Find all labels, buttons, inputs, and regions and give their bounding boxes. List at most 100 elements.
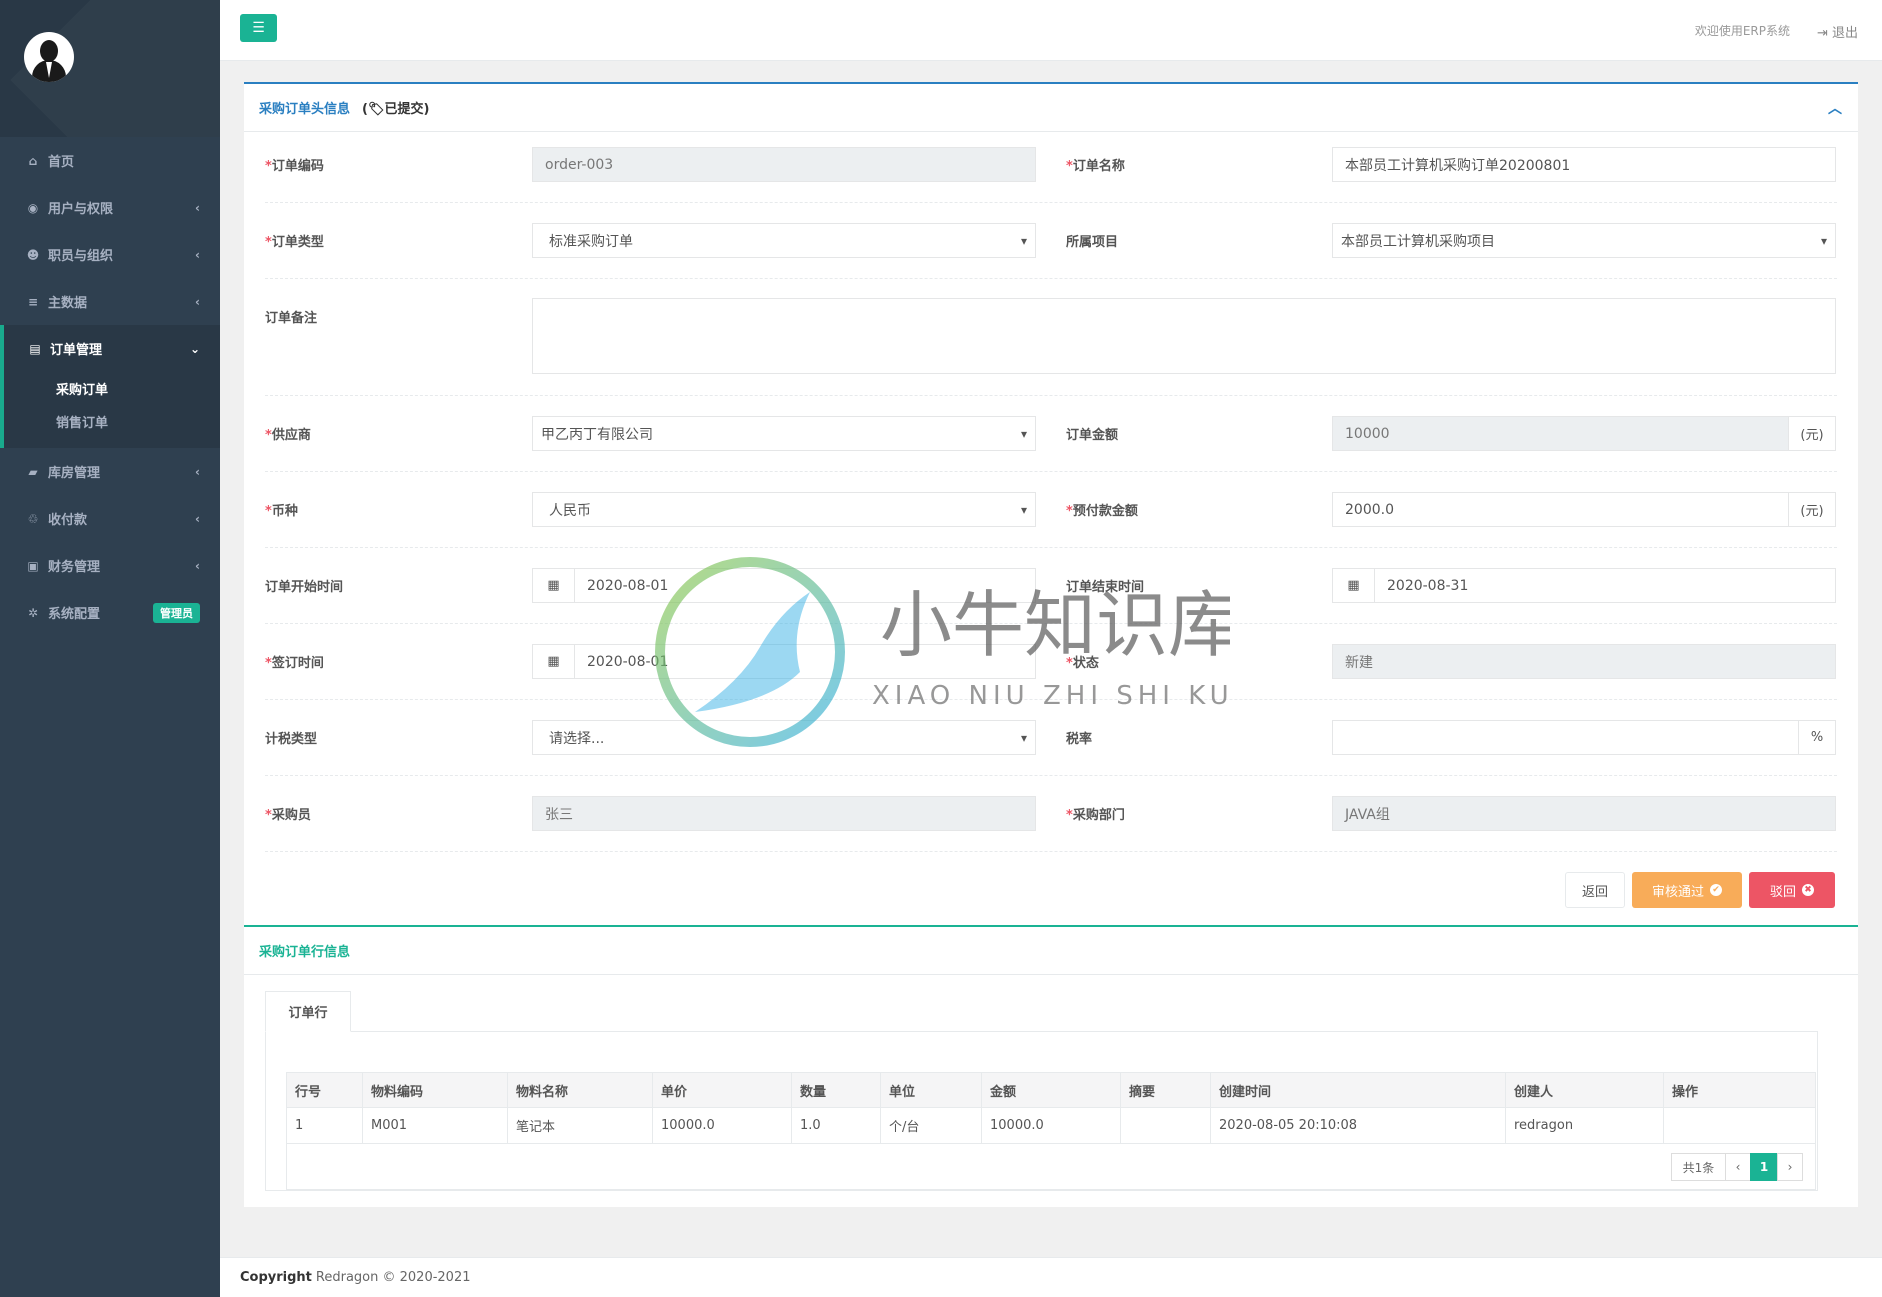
sign-out-icon: ⇥	[1816, 26, 1832, 41]
chevron-left-icon: ‹	[195, 200, 200, 215]
calendar-icon[interactable]: ▦	[1332, 568, 1375, 603]
start-date-label: 订单开始时间	[265, 580, 344, 595]
pagination-prev-button[interactable]: ‹	[1725, 1153, 1751, 1181]
footer: Copyright Redragon © 2020-2021	[220, 1257, 1882, 1297]
amount-label: 订单金额	[1066, 428, 1119, 443]
project-select[interactable]: 本部员工计算机采购项目	[1332, 223, 1836, 258]
reject-button[interactable]: 驳回 ✖	[1749, 872, 1835, 908]
sidebar-item-label: 用户与权限	[48, 202, 114, 217]
buyer-field[interactable]: 张三	[532, 796, 1036, 831]
panel-header: 采购订单头信息 (🏷已提交) ︿	[244, 84, 1858, 132]
back-button[interactable]: 返回	[1565, 872, 1625, 908]
money-icon: ▣	[27, 558, 39, 573]
sidebar-item-users[interactable]: ◉ 用户与权限 ‹	[0, 184, 220, 231]
sidebar-item-finance[interactable]: ▣ 财务管理 ‹	[0, 542, 220, 589]
order-type-select[interactable]: 标准采购订单	[532, 223, 1036, 258]
sidebar-item-label: 订单管理	[50, 343, 103, 358]
calendar-icon[interactable]: ▦	[532, 644, 575, 679]
sidebar-subitem-purchase-order[interactable]: 采购订单	[4, 372, 220, 405]
truck-icon: ▰	[28, 464, 38, 479]
column-header[interactable]: 操作	[1663, 1072, 1816, 1108]
order-name-label: *订单名称	[1066, 159, 1125, 174]
start-date-field[interactable]: 2020-08-01	[574, 568, 1036, 603]
prepay-field[interactable]: 2000.0	[1332, 492, 1789, 527]
logout-label: 退出	[1831, 26, 1858, 41]
chevron-left-icon: ‹	[195, 247, 200, 262]
tax-rate-field[interactable]	[1332, 720, 1799, 755]
pagination-next-button[interactable]: ›	[1777, 1153, 1803, 1181]
column-header[interactable]: 摘要	[1120, 1072, 1211, 1108]
list-icon: ▤	[29, 341, 41, 356]
database-icon: ≡	[27, 294, 39, 309]
sidebar-item-master-data[interactable]: ≡ 主数据 ‹	[0, 278, 220, 325]
dept-field[interactable]: JAVA组	[1332, 796, 1836, 831]
column-header[interactable]: 数量	[791, 1072, 881, 1108]
project-label: 所属项目	[1066, 235, 1119, 250]
table-cell: 1.0	[791, 1107, 881, 1144]
column-header[interactable]: 创建人	[1505, 1072, 1664, 1108]
column-header[interactable]: 单价	[652, 1072, 792, 1108]
sidebar-item-payments[interactable]: ♲ 收付款 ‹	[0, 495, 220, 542]
tab-order-lines[interactable]: 订单行	[265, 991, 351, 1032]
supplier-select[interactable]: 甲乙丙丁有限公司	[532, 416, 1036, 451]
order-code-field[interactable]: order-003	[532, 147, 1036, 182]
column-header[interactable]: 单位	[880, 1072, 982, 1108]
table-header-row: 行号 物料编码 物料名称 单价 数量 单位 金额 摘要 创建时间 创建人 操作	[286, 1072, 1816, 1108]
amount-unit: (元)	[1788, 416, 1836, 451]
table-cell	[1120, 1107, 1211, 1144]
status-badge: (🏷已提交)	[362, 102, 430, 117]
currency-select[interactable]: 人民币	[532, 492, 1036, 527]
order-type-label: *订单类型	[265, 235, 324, 250]
sign-date-label: *签订时间	[265, 656, 324, 671]
currency-label: *币种	[265, 504, 298, 519]
sidebar-item-settings[interactable]: ✲ 系统配置 管理员	[0, 589, 220, 636]
pagination-page-button[interactable]: 1	[1750, 1153, 1778, 1181]
prepay-unit: (元)	[1788, 492, 1836, 527]
tax-type-label: 计税类型	[265, 732, 318, 747]
menu-toggle-button[interactable]: ☰	[240, 14, 277, 42]
column-header[interactable]: 行号	[286, 1072, 363, 1108]
shield-icon: ◉	[27, 200, 39, 215]
approve-label: 审核通过	[1651, 884, 1704, 900]
panel-title: 采购订单头信息	[259, 102, 351, 117]
avatar[interactable]	[24, 32, 74, 82]
status-field[interactable]: 新建	[1332, 644, 1836, 679]
column-header[interactable]: 金额	[981, 1072, 1121, 1108]
top-navbar: ☰ 欢迎使用ERP系统 ⇥ 退出	[220, 0, 1882, 61]
sidebar-item-label: 库房管理	[48, 466, 101, 481]
order-name-field[interactable]: 本部员工计算机采购订单20200801	[1332, 147, 1836, 182]
gear-icon: ✲	[27, 605, 39, 620]
chevron-up-icon[interactable]: ︿	[1828, 98, 1842, 118]
order-code-label: *订单编码	[265, 159, 324, 174]
tax-type-select[interactable]: 请选择...	[532, 720, 1036, 755]
table-cell: redragon	[1505, 1107, 1664, 1144]
sidebar-item-warehouse[interactable]: ▰ 库房管理 ‹	[0, 448, 220, 495]
sidebar-item-label: 主数据	[48, 296, 88, 311]
column-header[interactable]: 物料名称	[507, 1072, 653, 1108]
table-cell: 2020-08-05 20:10:08	[1210, 1107, 1506, 1144]
amount-field[interactable]: 10000	[1332, 416, 1789, 451]
approve-button[interactable]: 审核通过 ✔	[1632, 872, 1742, 908]
remark-textarea[interactable]	[532, 298, 1836, 374]
sidebar-item-orders[interactable]: ▤ 订单管理 ⌄	[0, 325, 220, 372]
admin-badge: 管理员	[153, 602, 200, 623]
reject-label: 驳回	[1769, 884, 1796, 900]
calendar-icon[interactable]: ▦	[532, 568, 575, 603]
pagination: 共1条 ‹ 1 ›	[1671, 1153, 1803, 1181]
table-cell: 1	[286, 1107, 363, 1144]
table-cell: 笔记本	[507, 1107, 653, 1144]
table-footer	[286, 1144, 1816, 1190]
sidebar-submenu-orders: 采购订单 销售订单	[0, 372, 220, 448]
logout-link[interactable]: ⇥ 退出	[1817, 22, 1858, 41]
end-date-field[interactable]: 2020-08-31	[1374, 568, 1836, 603]
table-row[interactable]: 1 M001 笔记本 10000.0 1.0 个/台 10000.0 2020-…	[286, 1107, 1816, 1144]
column-header[interactable]: 创建时间	[1210, 1072, 1506, 1108]
sidebar-nav: ⌂ 首页 ◉ 用户与权限 ‹ ☻ 职员与组织 ‹ ≡ 主数据 ‹ ▤ 订单管理 ⌄ 采购订单 销售…	[0, 137, 220, 636]
table-cell: 10000.0	[981, 1107, 1121, 1144]
column-header[interactable]: 物料编码	[362, 1072, 508, 1108]
sidebar-subitem-sales-order[interactable]: 销售订单	[4, 405, 220, 438]
sidebar: ⌂ 首页 ◉ 用户与权限 ‹ ☻ 职员与组织 ‹ ≡ 主数据 ‹ ▤ 订单管理 ⌄ 采购订单 销售…	[0, 0, 220, 1297]
sidebar-item-staff[interactable]: ☻ 职员与组织 ‹	[0, 231, 220, 278]
sidebar-item-home[interactable]: ⌂ 首页	[0, 137, 220, 184]
sign-date-field[interactable]: 2020-08-01	[574, 644, 1036, 679]
